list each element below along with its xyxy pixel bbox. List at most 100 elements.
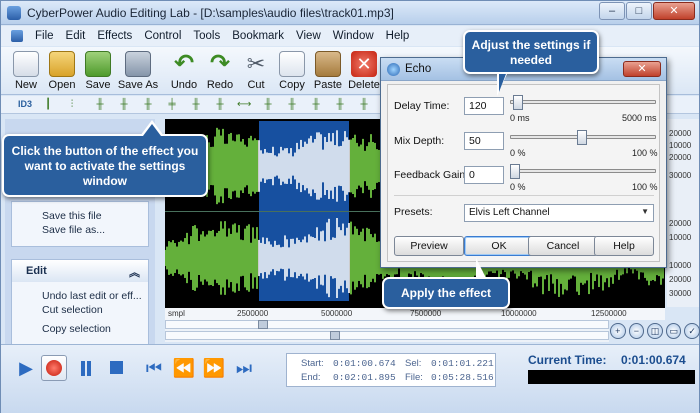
effect-icon[interactable]: ⫶ [65,98,79,111]
effect-icon[interactable]: ╫ [261,98,275,111]
feedback-max-label: 100 % [632,182,658,192]
new-file-icon [13,51,39,77]
cancel-button[interactable]: Cancel [528,236,598,256]
zoom-full-icon[interactable]: ▭ [665,323,682,339]
ok-button[interactable]: OK [464,236,534,256]
save-this-file-link[interactable]: Save this file [12,202,148,221]
feedback-gain-input[interactable]: 0 [464,166,504,184]
zoom-scrollbar[interactable] [165,320,609,329]
id3-tag-button[interactable]: ID3 [15,98,35,111]
mix-depth-input[interactable]: 50 [464,132,504,150]
file-length-value: 0:05:28.516 [431,372,494,383]
record-button[interactable] [41,355,67,381]
menu-bookmark[interactable]: Bookmark [226,30,290,42]
zoom-controls: + − ◫ ▭ ✓ [610,320,700,342]
feedback-min-label: 0 % [510,182,526,192]
scale-label: 10000 [669,261,692,270]
scale-label: 30000 [669,171,692,180]
collapse-icon[interactable]: ︽ [129,264,140,280]
ruler-label: smpl [168,309,185,318]
effect-icon[interactable]: ╫ [213,98,227,111]
position-scrollbar[interactable] [165,331,609,340]
effect-icon[interactable]: ╫ [189,98,203,111]
effect-icon[interactable]: ╪ [165,98,179,111]
zoom-scroll-thumb[interactable] [258,320,268,329]
menu-window[interactable]: Window [327,30,380,42]
go-to-start-icon[interactable]: ⏮ [141,355,167,381]
fast-forward-icon[interactable]: ⏩ [201,355,227,381]
position-scroll-thumb[interactable] [330,331,340,340]
pause-icon[interactable] [73,355,99,381]
document-icon[interactable] [11,30,23,42]
scissors-icon: ✂ [246,51,266,76]
preview-button[interactable]: Preview [394,236,464,256]
effect-icon[interactable]: ╫ [333,98,347,111]
dialog-close-button[interactable]: ✕ [623,61,661,77]
delay-time-thumb[interactable] [512,95,523,110]
cut-button[interactable]: ✂ Cut [237,49,275,93]
delay-time-slider[interactable] [510,95,656,110]
zoom-out-icon[interactable]: − [628,323,645,339]
feedback-gain-slider[interactable] [510,164,656,179]
zoom-selection-icon[interactable]: ◫ [647,323,663,339]
edit-section-header[interactable]: Edit ︽ [12,260,148,282]
menu-edit[interactable]: Edit [60,30,92,42]
delay-time-input[interactable]: 120 [464,97,504,115]
go-to-end-icon[interactable]: ⏭ [231,355,257,381]
chevron-down-icon[interactable]: ▼ [641,207,649,216]
maximize-button[interactable]: □ [626,2,652,20]
menu-control[interactable]: Control [138,30,187,42]
presets-dropdown[interactable]: Elvis Left Channel ▼ [464,204,654,222]
effect-icon[interactable]: ╫ [285,98,299,111]
delete-button[interactable]: ✕ Delete [345,49,383,93]
mix-depth-slider[interactable] [510,130,656,145]
copy-selection-link[interactable]: Copy selection [12,320,148,339]
time-ruler: smpl 2500000 5000000 7500000 10000000 12… [165,308,665,320]
open-button[interactable]: Open [43,49,81,93]
horizontal-scroll [165,320,609,342]
effect-icon[interactable]: ╫ [357,98,371,111]
effect-icon[interactable]: ╫ [117,98,131,111]
transport-bar: ▶ ⏮ ⏪ ⏩ ⏭ Start: 0:01:00.674 End: 0:02:0… [1,344,699,413]
close-button[interactable]: ✕ [653,2,695,20]
callout-pointer [143,124,161,136]
file-length-label: File: [405,372,423,383]
mix-depth-thumb[interactable] [577,130,587,145]
menu-file[interactable]: File [29,30,60,42]
stop-icon[interactable] [103,355,129,381]
callout-pointer [499,74,506,92]
menu-help[interactable]: Help [380,30,416,42]
paste-button[interactable]: Paste [309,49,347,93]
rewind-icon[interactable]: ⏪ [171,355,197,381]
effect-icon[interactable]: ╫ [93,98,107,111]
minimize-button[interactable]: – [599,2,625,20]
effect-icon[interactable]: ╫ [309,98,323,111]
delay-max-label: 5000 ms [622,113,657,123]
save-button[interactable]: Save [79,49,117,93]
redo-button[interactable]: ↷ Redo [201,49,239,93]
record-icon [46,360,62,376]
ruler-label: 2500000 [237,309,269,318]
ruler-label: 12500000 [591,309,627,318]
feedback-gain-thumb[interactable] [510,164,520,179]
callout-pointer [476,258,486,278]
check-icon[interactable]: ✓ [684,323,700,339]
menu-view[interactable]: View [290,30,327,42]
cut-selection-link[interactable]: Cut selection [12,301,148,320]
selection-info-panel: Start: 0:01:00.674 End: 0:02:01.895 Sel:… [286,353,496,387]
app-icon [7,6,21,20]
undo-last-edit-link[interactable]: Undo last edit or eff... [12,282,148,301]
help-button[interactable]: Help [594,236,654,256]
zoom-in-icon[interactable]: + [610,323,626,339]
save-as-button[interactable]: Save As [117,49,159,93]
menu-effects[interactable]: Effects [91,30,138,42]
save-file-as-link[interactable]: Save file as... [12,221,148,240]
undo-button[interactable]: ↶ Undo [165,49,203,93]
play-icon[interactable]: ▶ [13,355,39,381]
menu-tools[interactable]: Tools [187,30,226,42]
effect-icon[interactable]: ┃ [41,98,55,111]
echo-effect-button[interactable]: ╫ [141,98,155,111]
effect-icon[interactable]: ⟷ [237,98,251,111]
copy-button[interactable]: Copy [273,49,311,93]
new-button[interactable]: New [7,49,45,93]
